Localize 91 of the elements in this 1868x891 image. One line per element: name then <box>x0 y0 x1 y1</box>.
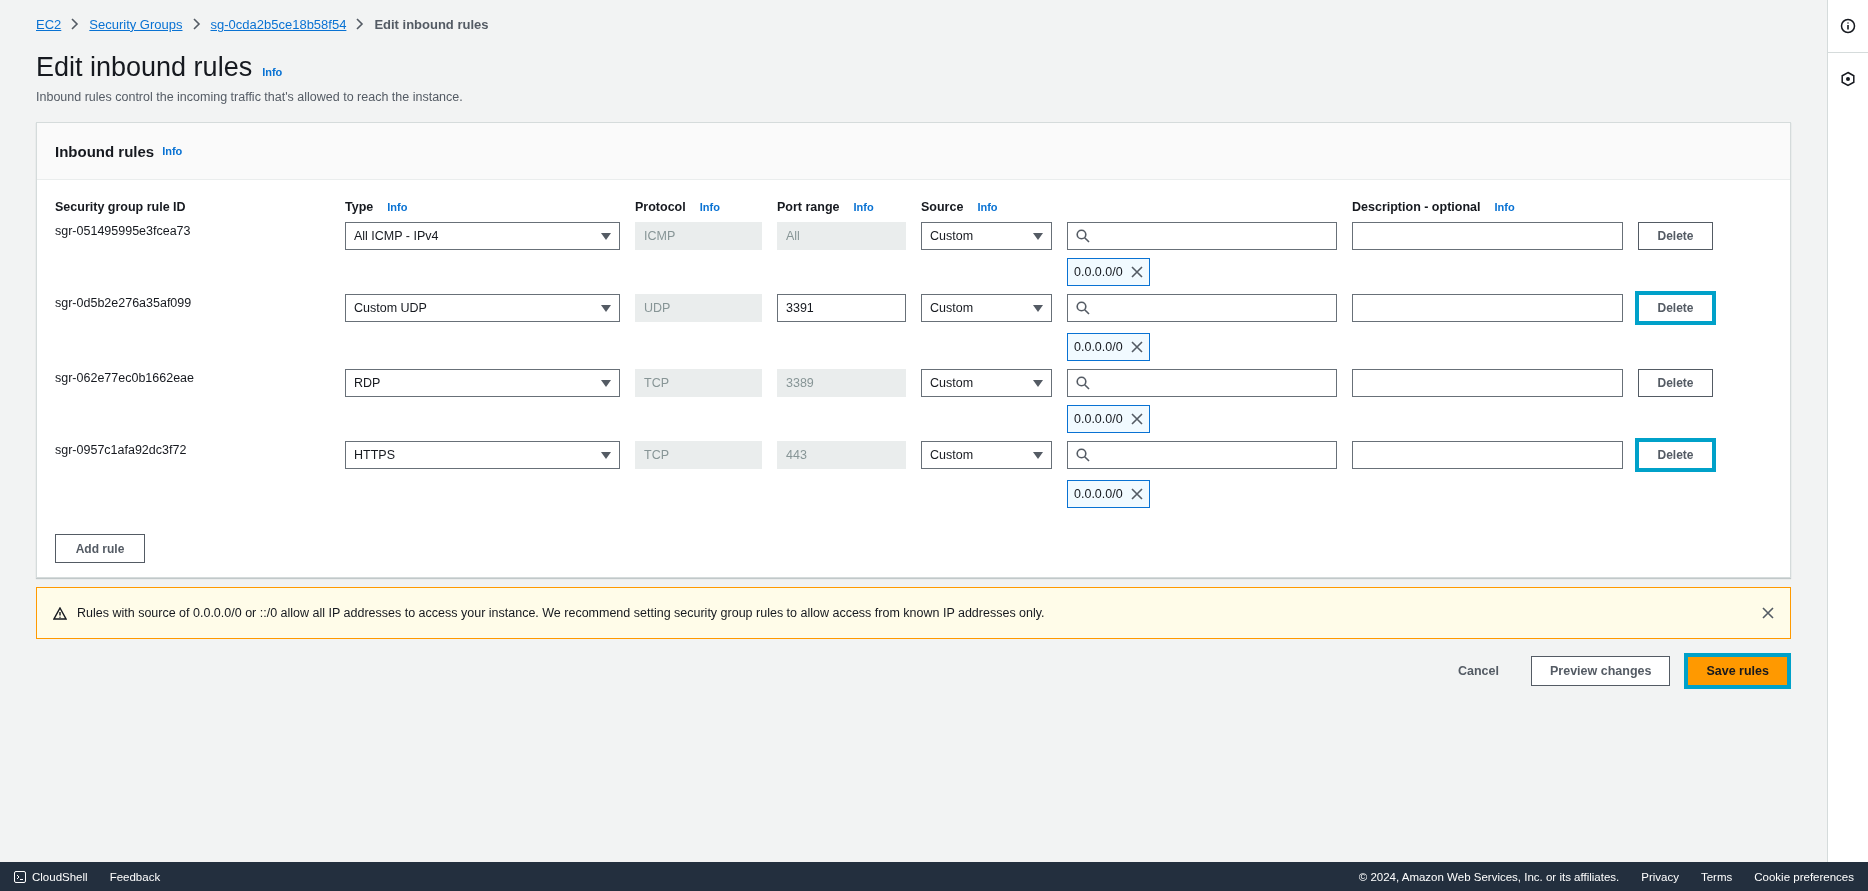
page-title: Edit inbound rules <box>36 52 253 83</box>
port-range-field: All <box>777 222 906 250</box>
info-link[interactable]: Info <box>262 66 283 78</box>
search-field[interactable] <box>1067 294 1337 322</box>
type-select[interactable]: Custom UDP <box>345 294 620 322</box>
remove-icon[interactable] <box>1130 413 1143 425</box>
rule-id: sgr-0d5b2e276a35af099 <box>55 295 193 310</box>
breadcrumb-link[interactable]: EC2 <box>36 16 62 32</box>
delete-button[interactable]: Delete <box>1638 369 1713 397</box>
source-token: 0.0.0.0/0 <box>1067 258 1150 286</box>
source-token: 0.0.0.0/0 <box>1067 405 1150 433</box>
info-link[interactable]: Info <box>699 201 720 213</box>
warning-icon <box>53 606 67 620</box>
column-header: Port range <box>777 200 840 214</box>
caret-icon <box>601 451 611 459</box>
cancel-link[interactable]: Cancel <box>1440 656 1517 686</box>
save-button[interactable]: Save rules <box>1684 653 1791 689</box>
remove-icon[interactable] <box>1130 266 1143 278</box>
caret-icon <box>1033 232 1043 240</box>
column-header: Protocol <box>635 200 686 214</box>
description-field[interactable] <box>1352 369 1623 397</box>
current-page-label: Edit inbound rules <box>374 16 489 32</box>
protocol-field: TCP <box>635 369 762 397</box>
caret-icon <box>601 379 611 387</box>
footer-link[interactable]: Cookie preferences <box>1754 870 1854 883</box>
delete-button[interactable]: Delete <box>1635 291 1716 325</box>
preview-button[interactable]: Preview changes <box>1531 656 1671 686</box>
source-token: 0.0.0.0/0 <box>1067 480 1150 508</box>
port-range-field: 443 <box>777 441 906 469</box>
remove-icon[interactable] <box>1130 341 1143 353</box>
caret-icon <box>1033 451 1043 459</box>
column-header: Security group rule ID <box>55 200 186 214</box>
source-token: 0.0.0.0/0 <box>1067 333 1150 361</box>
copyright-text: © 2024, Amazon Web Services, Inc. or its affiliates. <box>1358 870 1620 883</box>
footer-link[interactable]: Privacy <box>1641 870 1679 883</box>
remove-icon[interactable] <box>1130 488 1143 500</box>
cloudshell-link[interactable]: CloudShell <box>14 870 88 883</box>
add-rule-button[interactable]: Add rule <box>55 534 145 563</box>
caret-icon <box>601 232 611 240</box>
info-link[interactable]: Info <box>977 201 998 213</box>
source-select[interactable]: Custom <box>921 222 1052 250</box>
close-icon[interactable] <box>1762 607 1774 619</box>
description-field[interactable] <box>1352 441 1623 469</box>
warning-text: Rules with source of 0.0.0.0/0 or ::/0 allow all IP addresses to access your instance. We recommend setting security group rules to allow access from known IP addresses only. <box>77 606 1046 620</box>
source-select[interactable]: Custom <box>921 369 1052 397</box>
delete-button[interactable]: Delete <box>1638 222 1713 250</box>
rule-id: sgr-062e77ec0b1662eae <box>55 370 195 385</box>
chevron-icon <box>192 18 201 30</box>
breadcrumb-link[interactable]: Security Groups <box>89 16 183 32</box>
delete-button[interactable]: Delete <box>1635 438 1716 472</box>
column-header: Description - optional <box>1352 200 1481 214</box>
hexagon-icon[interactable] <box>1840 71 1856 87</box>
info-link[interactable]: Info <box>387 201 408 213</box>
protocol-field: TCP <box>635 441 762 469</box>
rule-id: sgr-051495995e3fcea73 <box>55 223 192 238</box>
type-select[interactable]: RDP <box>345 369 620 397</box>
chevron-icon <box>356 18 365 30</box>
search-field[interactable] <box>1067 222 1337 250</box>
port-range-field: 3389 <box>777 369 906 397</box>
search-icon <box>1076 229 1090 243</box>
terminal-icon <box>14 870 26 883</box>
search-field[interactable] <box>1067 441 1337 469</box>
footer-link[interactable]: Terms <box>1700 870 1733 883</box>
info-link[interactable]: Info <box>1494 201 1515 213</box>
caret-icon <box>1033 379 1043 387</box>
protocol-field: ICMP <box>635 222 762 250</box>
port-range-field[interactable]: 3391 <box>777 294 906 322</box>
column-header: Source <box>921 200 964 214</box>
type-select[interactable]: All ICMP - IPv4 <box>345 222 620 250</box>
description-field[interactable] <box>1352 294 1623 322</box>
info-icon[interactable] <box>1840 18 1856 34</box>
info-link[interactable]: Info <box>162 145 183 157</box>
column-header: Type <box>345 200 374 214</box>
caret-icon <box>1033 304 1043 312</box>
chevron-icon <box>71 18 80 30</box>
panel-title: Inbound rules <box>55 142 155 160</box>
source-select[interactable]: Custom <box>921 294 1052 322</box>
breadcrumb-link[interactable]: sg-0cda2b5ce18b58f54 <box>210 16 347 32</box>
search-icon <box>1076 448 1090 462</box>
feedback-link[interactable]: Feedback <box>109 870 161 883</box>
description-field[interactable] <box>1352 222 1623 250</box>
type-select[interactable]: HTTPS <box>345 441 620 469</box>
search-icon <box>1076 376 1090 390</box>
info-link[interactable]: Info <box>853 201 874 213</box>
rule-id: sgr-0957c1afa92dc3f72 <box>55 442 188 457</box>
page-description: Inbound rules control the incoming traffic that's allowed to reach the instance. <box>36 90 464 104</box>
source-select[interactable]: Custom <box>921 441 1052 469</box>
caret-icon <box>601 304 611 312</box>
search-icon <box>1076 301 1090 315</box>
protocol-field: UDP <box>635 294 762 322</box>
search-field[interactable] <box>1067 369 1337 397</box>
